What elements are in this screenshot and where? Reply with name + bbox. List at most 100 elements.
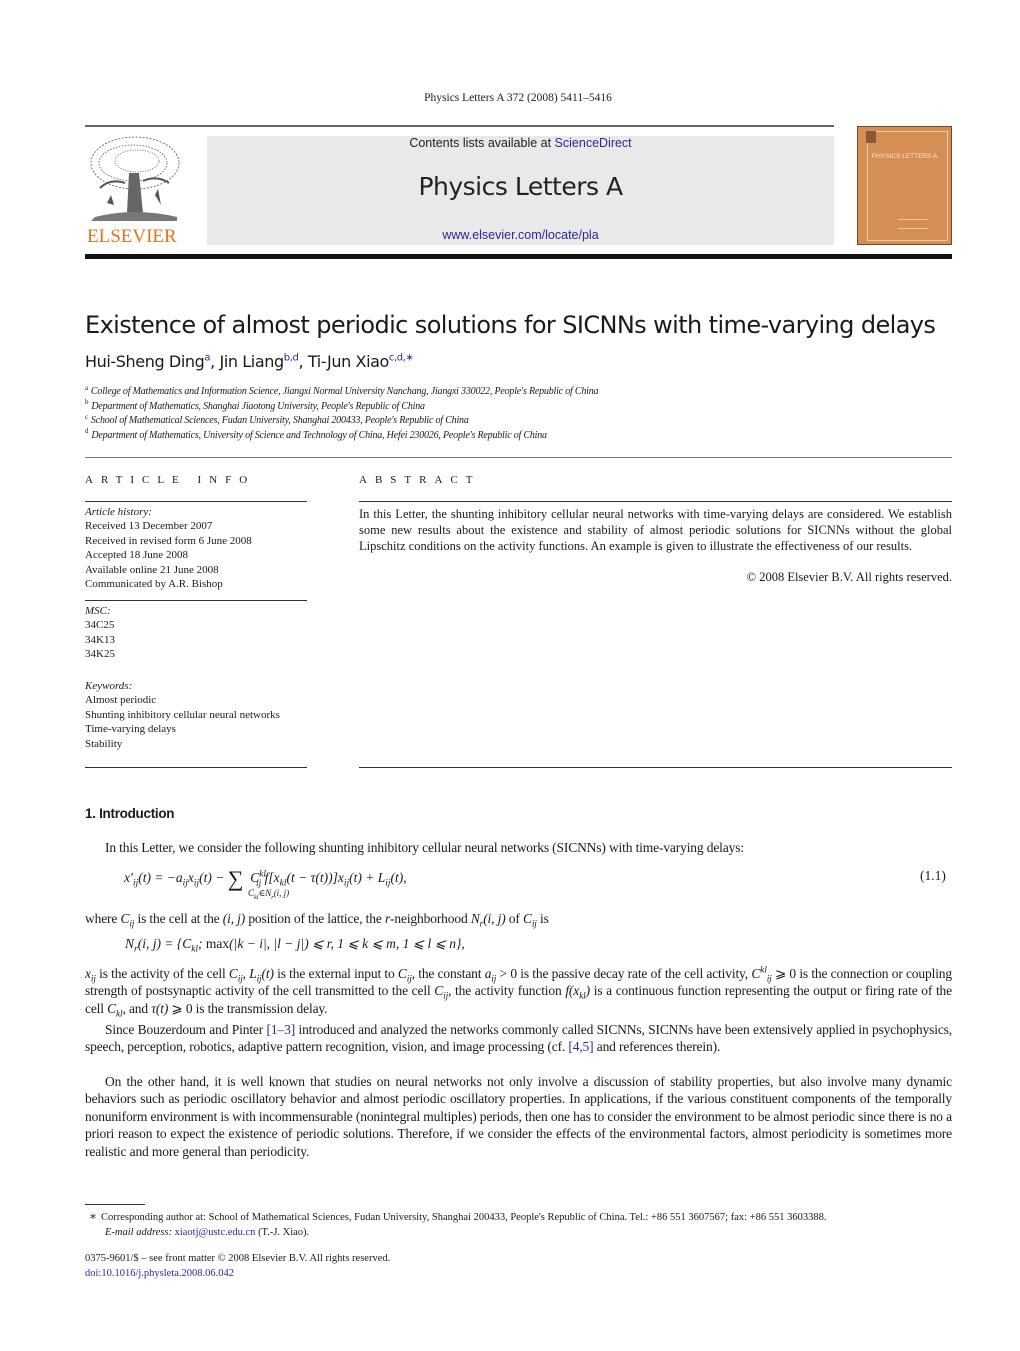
issn-line: 0375-9601/$ – see front matter © 2008 El… [85,1253,391,1264]
msc-codes: MSC: 34C25 34K13 34K25 [85,604,315,662]
text: is the passive decay rate of the cell ac… [516,966,752,981]
email-suffix: (T.-J. Xiao). [255,1227,310,1238]
affiliation-key: c [85,412,88,421]
text: is [536,911,549,926]
keywords: Keywords: Almost periodic Shunting inhib… [85,679,315,751]
msc-label: MSC: [85,605,111,617]
sciencedirect-link[interactable]: ScienceDirect [555,136,632,150]
cover-publisher-mark [898,219,928,229]
author-name: Ti-Jun Xiao [307,352,389,371]
equation-number: (1.1) [920,868,946,883]
footnote-rule [85,1204,145,1205]
journal-title: Physics Letters A [418,172,623,201]
elsevier-wordmark: ELSEVIER [87,226,177,247]
history-item: Received in revised form 6 June 2008 [85,534,252,547]
author-affiliation-link[interactable]: c,d,∗ [389,353,414,364]
affiliations: a College of Mathematics and Information … [85,383,599,444]
abstract-heading: ABSTRACT [359,474,481,486]
text: and references therein). [593,1039,721,1055]
abstract-copyright: © 2008 Elsevier B.V. All rights reserved… [746,570,952,584]
divider [85,767,307,768]
email-label: E-mail address: [105,1227,172,1238]
journal-url-link[interactable]: www.elsevier.com/locate/pla [207,228,834,242]
paragraph: xij is the activity of the cell Cij, Lij… [85,965,953,1020]
cover-title: PHYSICS LETTERS A [871,153,938,160]
author-name: Hui-Sheng Ding [85,352,205,371]
msc-code: 34K25 [85,648,115,661]
header-thick-rule [85,254,952,259]
history-item: Communicated by A.R. Bishop [85,578,223,591]
paragraph: where Cij is the cell at the (i, j) posi… [85,911,549,930]
text: is the activity of the cell [95,966,229,981]
running-head: Physics Letters A 372 (2008) 5411–5416 [424,92,612,104]
journal-masthead: Contents lists available at ScienceDirec… [207,136,834,245]
citation-link[interactable]: [4,5] [568,1039,593,1054]
footnote: ∗ Corresponding author at: School of Math… [85,1209,952,1240]
divider [85,600,307,601]
text: where [85,911,121,926]
section-rule [85,457,952,458]
affiliation-text: School of Mathematical Sciences, Fudan U… [90,415,469,426]
text: -neighborhood [390,911,471,926]
author-name: Jin Liang [219,352,285,371]
text: , the activity function [448,983,566,999]
text: is the cell at the [134,911,223,926]
email-link[interactable]: xiaotj@ustc.edu.cn [175,1227,256,1238]
keyword: Stability [85,737,123,750]
divider [359,767,952,768]
journal-cover[interactable]: PHYSICS LETTERS A [857,126,952,245]
contents-prefix: Contents lists available at [409,136,555,150]
equation-neighborhood: Nr(i, j) = {Ckl; max(|k − i|, |l − j|) ⩽… [125,936,465,955]
paragraph: Since Bouzerdoum and Pinter [1–3] introd… [85,1021,952,1056]
affiliation: b Department of Mathematics, Shanghai Jia… [85,398,598,415]
equation-sum-index: Ckl∈Nr(i, j) [248,888,290,901]
history-item: Available online 21 June 2008 [85,563,219,576]
affiliation-key: d [85,427,89,436]
cover-emblem-icon [866,131,876,143]
text: , the constant [411,966,485,981]
author-affiliation-link[interactable]: a [204,353,210,364]
abstract-text: In this Letter, the shunting inhibitory … [359,507,952,553]
affiliation-text: Department of Mathematics, Shanghai Jiao… [91,400,425,412]
affiliation-key: a [85,383,88,392]
text: is the transmission delay. [192,1000,328,1016]
affiliation-key: b [85,398,89,407]
citation-link[interactable]: [1–3] [267,1022,296,1037]
tree-icon [90,136,180,221]
paragraph: On the other hand, it is well known that… [85,1074,952,1159]
header-rule [85,125,834,127]
footnote-text: Corresponding author at: School of Mathe… [101,1212,827,1223]
text: of [505,911,523,926]
text: is the external input to [273,966,398,981]
article-info-heading: ARTICLE INFO [85,474,256,486]
author-list: Hui-Sheng Dinga, Jin Liangb,d, Ti-Jun Xi… [85,352,414,371]
elsevier-logo[interactable]: ELSEVIER [85,133,185,248]
footnote-marker: ∗ [88,1209,98,1223]
divider [85,501,307,502]
text: position of the lattice, the [245,911,385,926]
section-heading-introduction: 1. Introduction [85,806,175,821]
text: , and [122,1000,152,1016]
keyword: Almost periodic [85,694,157,707]
contents-line: Contents lists available at ScienceDirec… [207,136,834,150]
affiliation: c School of Mathematical Sciences, Fudan … [85,412,598,429]
affiliation-text: Department of Mathematics, University of… [91,429,547,441]
affiliation-text: College of Mathematics and Information S… [90,386,599,397]
text: Since Bouzerdoum and Pinter [105,1022,267,1037]
msc-code: 34C25 [85,619,115,632]
author-affiliation-link[interactable]: b,d [284,353,299,364]
article-title: Existence of almost periodic solutions f… [85,311,936,339]
affiliation: a College of Mathematics and Information … [85,383,599,400]
paragraph: In this Letter, we consider the followin… [105,840,744,855]
front-matter: 0375-9601/$ – see front matter © 2008 El… [85,1251,390,1281]
history-label: Article history: [85,506,152,518]
msc-code: 34K13 [85,633,115,646]
history-item: Accepted 18 June 2008 [85,549,188,562]
affiliation: d Department of Mathematics, University o… [85,427,598,444]
keyword: Time-varying delays [85,723,176,736]
doi-link[interactable]: doi:10.1016/j.physleta.2008.06.042 [85,1268,234,1279]
divider [359,501,952,502]
article-history: Article history: Received 13 December 20… [85,505,315,591]
history-item: Received 13 December 2007 [85,520,213,533]
keywords-label: Keywords: [85,680,133,692]
